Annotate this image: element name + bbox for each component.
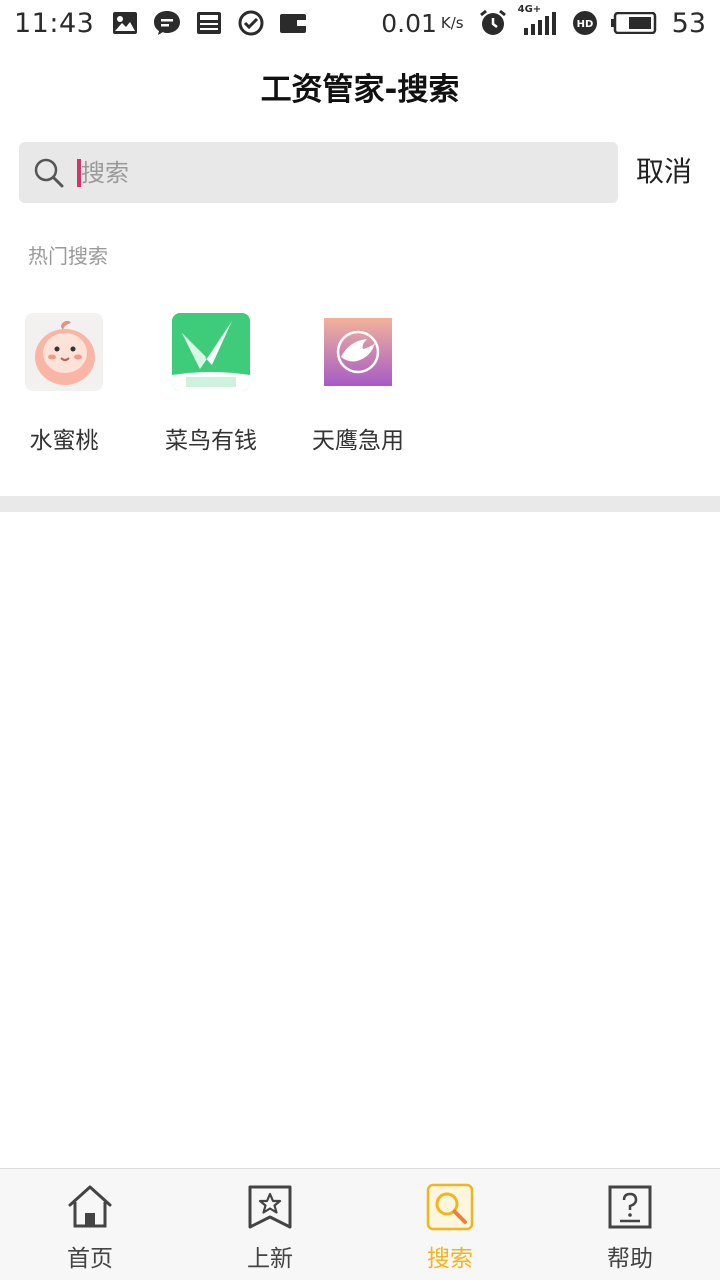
- hot-item-name: 天鹰急用: [312, 428, 404, 454]
- screen: 11:43 0.01 K/s 4G+ HD 53 工资管家-搜索 搜索 取消 热…: [0, 0, 720, 1280]
- wallet-icon: [276, 8, 310, 38]
- nav-label: 上新: [247, 1246, 293, 1272]
- status-right: 0.01 K/s 4G+ HD 53: [381, 4, 706, 39]
- hot-item-cainiao[interactable]: 菜鸟有钱: [151, 313, 271, 455]
- news-icon: [192, 8, 226, 38]
- help-icon: [606, 1183, 654, 1231]
- search-icon: [33, 157, 65, 189]
- hot-item-peach[interactable]: 水蜜桃: [4, 313, 124, 455]
- nav-label: 搜索: [427, 1246, 473, 1272]
- cainiao-app-icon: [172, 313, 250, 391]
- hot-item-name: 菜鸟有钱: [165, 428, 257, 454]
- signal-icon: 4G+: [518, 4, 560, 38]
- home-icon: [66, 1183, 114, 1231]
- check-icon: [234, 8, 268, 38]
- nav-item-help[interactable]: 帮助: [540, 1169, 720, 1280]
- net-speed: 0.01: [381, 8, 437, 38]
- eagle-app-icon: [319, 313, 397, 391]
- status-time: 11:43: [14, 7, 95, 39]
- battery-level: 53: [671, 7, 706, 39]
- search-input[interactable]: [81, 152, 601, 194]
- status-left: 11:43: [14, 8, 318, 39]
- hot-item-name: 水蜜桃: [29, 428, 99, 454]
- net-unit: K/s: [440, 14, 464, 32]
- bottom-nav: 首页 上新 搜索 帮助: [0, 1168, 720, 1280]
- bookmark-star-icon: [246, 1183, 294, 1231]
- nav-item-search[interactable]: 搜索: [360, 1169, 540, 1280]
- chat-icon: [150, 8, 184, 38]
- nav-item-home[interactable]: 首页: [0, 1169, 180, 1280]
- section-divider: [0, 496, 720, 512]
- search-box[interactable]: [19, 142, 618, 203]
- hot-search-title: 热门搜索: [28, 244, 108, 268]
- cancel-button[interactable]: 取消: [636, 150, 692, 194]
- search-tab-icon: [426, 1183, 474, 1231]
- status-bar: 11:43 0.01 K/s 4G+ HD 53: [0, 0, 720, 46]
- image-icon: [108, 8, 142, 38]
- network-type: 4G+: [517, 4, 542, 15]
- nav-item-new[interactable]: 上新: [180, 1169, 360, 1280]
- battery-icon: [610, 8, 658, 38]
- hd-icon: HD: [568, 8, 602, 38]
- hot-item-tianying[interactable]: 天鹰急用: [298, 313, 418, 455]
- nav-label: 帮助: [607, 1246, 653, 1272]
- svg-text:HD: HD: [576, 19, 593, 30]
- peach-app-icon: [25, 313, 103, 391]
- alarm-icon: [476, 8, 510, 38]
- nav-label: 首页: [67, 1246, 113, 1272]
- page-title: 工资管家-搜索: [260, 72, 460, 108]
